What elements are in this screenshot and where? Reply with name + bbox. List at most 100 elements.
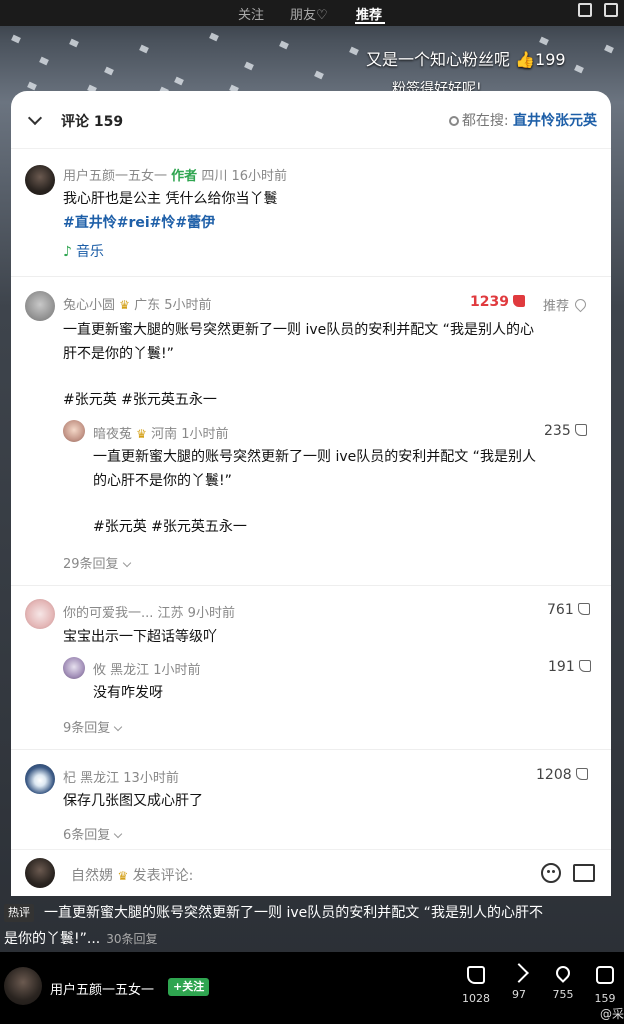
bottom-bar: 用户五颜一五女一 +关注 1028 97 755 159 @采: [0, 952, 624, 1024]
avatar[interactable]: [63, 420, 85, 442]
like-button[interactable]: 191: [548, 659, 591, 675]
favorite-stat[interactable]: 755: [543, 963, 583, 1001]
like-count: 1239: [470, 294, 509, 310]
comment-hashtags: #张元英 #张元英五永一: [63, 392, 217, 408]
avatar[interactable]: [63, 657, 85, 679]
avatar[interactable]: [4, 967, 42, 1005]
comment-meta: 江苏 9小时前: [157, 606, 235, 621]
crown-icon: ♛: [117, 869, 129, 883]
divider: [11, 749, 611, 750]
recommend-button[interactable]: 推荐: [543, 295, 589, 314]
comment-text: 宝宝出示一下超话等级吖: [63, 629, 217, 645]
avatar[interactable]: [25, 165, 55, 195]
comment-user-row: 你的可爱我一... 江苏 9小时前: [63, 602, 235, 621]
like-button[interactable]: 761: [547, 602, 590, 618]
search-icon: [448, 116, 459, 126]
chevron-down-icon: [114, 829, 123, 839]
avatar[interactable]: [25, 599, 55, 629]
comment-username[interactable]: 兔心小圆: [63, 298, 115, 313]
reply-user-row: 攸 黑龙江 1小时前: [93, 659, 201, 678]
collapse-chevron-icon[interactable]: [27, 110, 43, 126]
hot-comment-count: 30条回复: [106, 932, 158, 946]
author-hashtags[interactable]: #直井怜#rei#怜#蕾伊: [63, 211, 215, 235]
top-navigation: 关注 朋友♡ 推荐: [0, 0, 624, 26]
hot-comment-text-line2: 是你的丫鬟!”...: [4, 931, 101, 947]
comment-meta: 黑龙江 13小时前: [80, 771, 179, 786]
author-name-row: 用户五颜一五女一 作者 四川 16小时前: [63, 165, 287, 184]
video-caption: 又是一个知心粉丝呢 👍199: [366, 50, 566, 69]
hot-comment-strip[interactable]: 热评 一直更新蜜大腿的账号突然更新了一则 ive队员的安利并配文 “我是别人的心…: [0, 902, 624, 952]
like-stat-count: 1028: [462, 992, 490, 1005]
author-badge: 作者: [171, 169, 198, 184]
share-stat[interactable]: 97: [499, 963, 539, 1001]
comment-input[interactable]: 自然娚 ♛ 发表评论:: [71, 865, 193, 885]
like-count: 1208: [536, 767, 572, 783]
like-button[interactable]: 1208: [536, 767, 588, 783]
trending-search[interactable]: 都在搜: 直井怜张元英: [448, 110, 597, 130]
image-icon[interactable]: [573, 864, 595, 882]
more-replies-label: 9条回复: [63, 721, 111, 736]
like-button[interactable]: 1239: [470, 294, 525, 310]
comment-text-line: 一直更新蜜大腿的账号突然更新了一则 ive队员的安利并配文 “我是别人的心: [63, 322, 534, 338]
tab-recommended[interactable]: 推荐: [356, 4, 382, 23]
comment-icon: [596, 966, 614, 984]
reply-username[interactable]: 暗夜菟: [93, 427, 132, 442]
comment-panel: 评论 159 都在搜: 直井怜张元英 用户五颜一五女一 作者 四川 16小时前 …: [11, 91, 611, 896]
window-icon[interactable]: [578, 3, 592, 17]
reply-username[interactable]: 攸: [93, 663, 106, 678]
thumbs-up-icon: [577, 603, 590, 615]
author-username[interactable]: 用户五颜一五女一: [63, 169, 167, 184]
comment-user-row: 杞 黑龙江 13小时前: [63, 767, 179, 786]
avatar[interactable]: [25, 291, 55, 321]
reply-text-line: 的心肝不是你的丫鬟!”: [93, 473, 232, 489]
author-post-text: 我心肝也是公主 凭什么给你当丫鬟: [63, 191, 278, 207]
expand-icon[interactable]: [604, 3, 618, 17]
reply-meta: 黑龙江 1小时前: [110, 663, 201, 678]
input-placeholder: 发表评论:: [132, 868, 194, 884]
emoji-icon[interactable]: [541, 863, 561, 883]
more-replies-label: 29条回复: [63, 557, 119, 572]
author-meta: 四川 16小时前: [201, 169, 287, 184]
watermark: @采: [599, 1007, 624, 1021]
crown-icon: ♛: [136, 427, 147, 441]
reply-user-row: 暗夜菟 ♛ 河南 1小时前: [93, 423, 228, 442]
avatar[interactable]: [25, 764, 55, 794]
comment-username[interactable]: 你的可爱我一...: [63, 606, 153, 621]
comment-text: 保存几张图又成心肝了: [63, 793, 203, 809]
share-stat-count: 97: [512, 988, 526, 1001]
more-replies-button[interactable]: 29条回复: [63, 553, 131, 572]
comment-username[interactable]: 杞: [63, 771, 76, 786]
hot-comment-text-cont: 是你的丫鬟!”... 30条回复: [4, 928, 158, 950]
input-username: 自然娚: [71, 868, 113, 884]
more-replies-label: 6条回复: [63, 828, 111, 843]
like-count: 191: [548, 659, 575, 675]
crown-icon: ♛: [119, 298, 130, 312]
follow-button[interactable]: +关注: [168, 978, 210, 996]
thumbs-up-icon: [512, 295, 525, 307]
reply-meta: 河南 1小时前: [151, 427, 229, 442]
share-icon: [509, 963, 529, 983]
more-replies-button[interactable]: 6条回复: [63, 824, 123, 843]
search-keyword[interactable]: 直井怜张元英: [513, 113, 597, 129]
recommend-label: 推荐: [543, 299, 570, 314]
reply-hashtags: #张元英 #张元英五永一: [93, 519, 247, 535]
comment-stat[interactable]: 159: [585, 966, 624, 1005]
hot-comment-tag: 热评: [4, 904, 34, 922]
chevron-down-icon: [114, 722, 123, 732]
comment-panel-header: 评论 159 都在搜: 直井怜张元英: [11, 91, 611, 149]
music-label: 音乐: [75, 244, 104, 260]
more-replies-button[interactable]: 9条回复: [63, 717, 123, 736]
comment-input-bar[interactable]: 自然娚 ♛ 发表评论:: [11, 849, 611, 896]
reply-text-line: 一直更新蜜大腿的账号突然更新了一则 ive队员的安利并配文 “我是别人: [93, 449, 536, 465]
tab-friends[interactable]: 朋友♡: [290, 4, 328, 23]
like-button[interactable]: 235: [544, 423, 587, 439]
search-prefix: 都在搜:: [461, 113, 509, 129]
avatar: [25, 858, 55, 888]
creator-username[interactable]: 用户五颜一五女一: [50, 979, 154, 998]
active-tab-indicator: [355, 22, 385, 24]
music-link[interactable]: ♪ 音乐: [63, 241, 104, 261]
chevron-down-icon: [122, 558, 131, 568]
like-stat[interactable]: 1028: [456, 966, 496, 1005]
thumbs-up-icon: [467, 966, 485, 984]
tab-following[interactable]: 关注: [238, 4, 264, 23]
